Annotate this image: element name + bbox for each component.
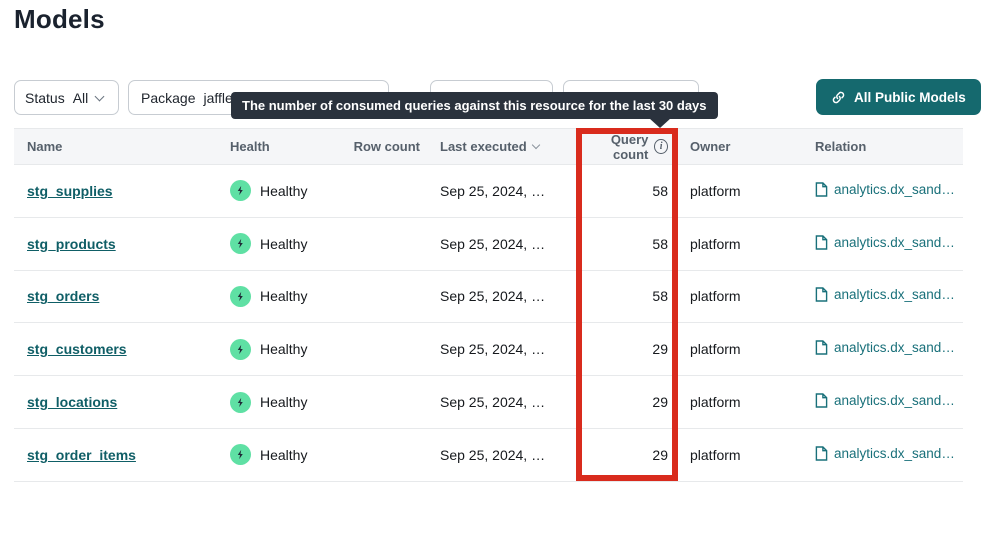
relation-link[interactable]: analytics.dx_sand… [815,340,955,355]
health-label: Healthy [260,236,307,252]
owner-cell: platform [668,288,798,304]
file-icon [815,393,828,408]
last-executed-cell: Sep 25, 2024, … [420,447,580,463]
all-public-models-button[interactable]: All Public Models [816,79,981,115]
status-filter-label: Status [25,90,65,106]
column-header-relation[interactable]: Relation [798,139,963,154]
health-bolt-icon [230,444,251,465]
query-count-cell: 58 [580,288,668,304]
health-label: Healthy [260,394,307,410]
relation-link[interactable]: analytics.dx_sand… [815,287,955,302]
health-label: Healthy [260,447,307,463]
chevron-down-icon [95,91,105,101]
health-label: Healthy [260,183,307,199]
relation-link[interactable]: analytics.dx_sand… [815,235,955,250]
query-count-cell: 29 [580,341,668,357]
owner-cell: platform [668,341,798,357]
file-icon [815,182,828,197]
table-row: stg_customers Healthy Sep 25, 2024, … 29… [14,323,963,376]
last-executed-cell: Sep 25, 2024, … [420,236,580,252]
query-count-tooltip: The number of consumed queries against t… [231,92,718,119]
query-count-cell: 58 [580,183,668,199]
query-count-cell: 29 [580,447,668,463]
health-bolt-icon [230,233,251,254]
table-header-row: Name Health Row count Last executed Quer… [14,128,963,165]
models-page: Models Status All Package jaffle_ All Pu… [0,0,989,536]
column-header-row-count[interactable]: Row count [340,139,420,154]
package-filter-label: Package [141,90,195,106]
last-executed-cell: Sep 25, 2024, … [420,341,580,357]
column-header-owner[interactable]: Owner [668,139,798,154]
health-cell: Healthy [230,339,340,360]
health-bolt-icon [230,392,251,413]
relation-link[interactable]: analytics.dx_sand… [815,182,955,197]
relation-link[interactable]: analytics.dx_sand… [815,393,955,408]
last-executed-cell: Sep 25, 2024, … [420,288,580,304]
info-icon[interactable]: i [654,139,668,154]
column-header-name[interactable]: Name [14,139,230,154]
column-header-query-count[interactable]: Query count i [580,132,668,162]
health-label: Healthy [260,288,307,304]
page-title: Models [14,4,105,35]
file-icon [815,446,828,461]
model-name-link[interactable]: stg_order_items [27,447,136,463]
models-table: Name Health Row count Last executed Quer… [14,128,963,482]
query-count-cell: 29 [580,394,668,410]
owner-cell: platform [668,447,798,463]
health-cell: Healthy [230,233,340,254]
status-filter-value: All [73,90,89,106]
model-name-link[interactable]: stg_customers [27,341,127,357]
file-icon [815,235,828,250]
health-bolt-icon [230,286,251,307]
model-name-link[interactable]: stg_orders [27,288,99,304]
column-header-health[interactable]: Health [230,139,340,154]
table-row: stg_supplies Healthy Sep 25, 2024, … 58 … [14,165,963,218]
file-icon [815,340,828,355]
status-filter-dropdown[interactable]: Status All [14,80,119,115]
relation-link[interactable]: analytics.dx_sand… [815,446,955,461]
last-executed-cell: Sep 25, 2024, … [420,183,580,199]
tooltip-caret [649,118,671,128]
health-cell: Healthy [230,392,340,413]
owner-cell: platform [668,236,798,252]
table-row: stg_order_items Healthy Sep 25, 2024, … … [14,429,963,482]
file-icon [815,287,828,302]
model-name-link[interactable]: stg_locations [27,394,117,410]
owner-cell: platform [668,183,798,199]
model-name-link[interactable]: stg_products [27,236,116,252]
owner-cell: platform [668,394,798,410]
health-label: Healthy [260,341,307,357]
column-header-last-executed[interactable]: Last executed [420,139,580,154]
model-name-link[interactable]: stg_supplies [27,183,113,199]
health-bolt-icon [230,180,251,201]
health-cell: Healthy [230,180,340,201]
link-icon [831,90,846,105]
table-row: stg_locations Healthy Sep 25, 2024, … 29… [14,376,963,429]
health-cell: Healthy [230,444,340,465]
sort-chevron-down-icon [531,141,539,149]
last-executed-cell: Sep 25, 2024, … [420,394,580,410]
table-row: stg_orders Healthy Sep 25, 2024, … 58 pl… [14,271,963,324]
health-bolt-icon [230,339,251,360]
all-public-models-label: All Public Models [854,90,966,105]
table-row: stg_products Healthy Sep 25, 2024, … 58 … [14,218,963,271]
query-count-cell: 58 [580,236,668,252]
health-cell: Healthy [230,286,340,307]
